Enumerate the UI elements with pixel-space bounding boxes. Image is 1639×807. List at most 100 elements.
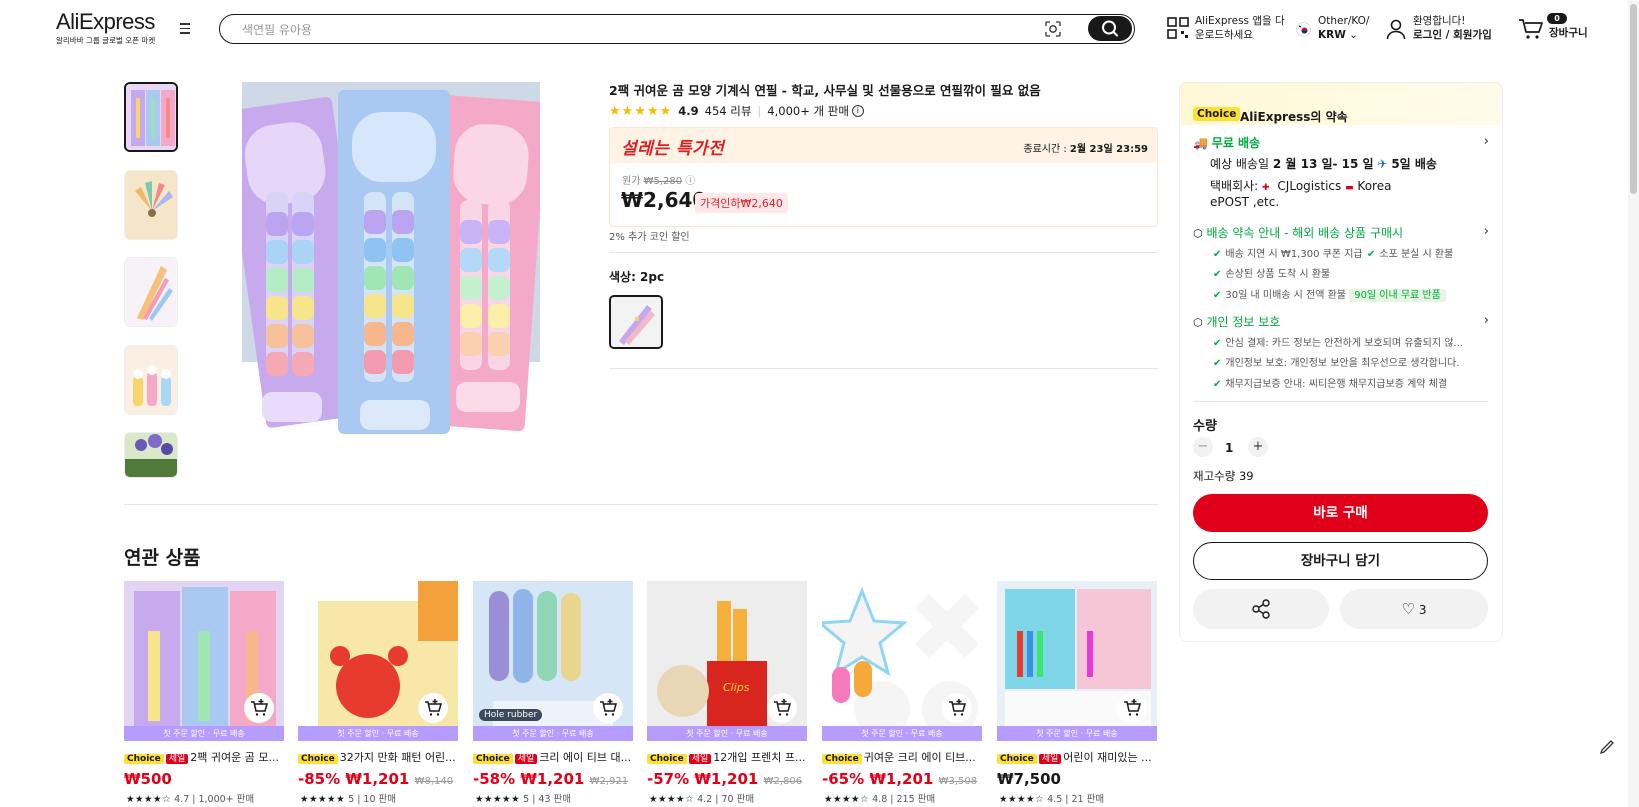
sold-count: 1,000+ 판매 (198, 794, 255, 805)
add-to-cart-icon[interactable] (593, 693, 623, 723)
search-button[interactable] (1088, 16, 1132, 41)
related-product-card[interactable]: 첫 주문 할인 · 무료 배송 Choice 귀여운 크리 에이 티브... -65%… (822, 581, 982, 807)
image-search-icon[interactable] (1044, 20, 1062, 38)
rating-stars: ★★★★★ (475, 794, 521, 805)
thumbnail-1[interactable] (124, 82, 178, 152)
original-price: ₩3,508 (938, 776, 978, 787)
related-product-card[interactable]: 첫 주문 할인 · 무료 배송 Choice 세일 어린이 재미있는 ... ₩7,50… (997, 581, 1157, 807)
delivery-guarantee-row[interactable]: ⬡ 배송 약속 안내 - 해외 배송 상품 구매시 › (1193, 224, 1489, 241)
first-order-strip: 첫 주문 할인 · 무료 배송 (997, 726, 1157, 741)
deal-end-value: 2월 23일 23:59 (1069, 144, 1148, 155)
price-value: ₩7,500 (997, 770, 1061, 788)
cart-icon[interactable] (1518, 18, 1544, 40)
related-product-price: -58% ₩1,201 ₩2,921 (473, 770, 628, 788)
wishlist-button[interactable]: ♡ 3 (1340, 589, 1488, 629)
rating-value: 4.9 (678, 104, 699, 118)
check-icon: ✔ (1213, 290, 1222, 301)
sold-count: 215 판매 (896, 794, 936, 805)
related-product-title[interactable]: Choice 32가지 만화 패턴 어린... (298, 749, 458, 765)
share-icon (1252, 599, 1270, 619)
color-swatch-2pc[interactable] (609, 295, 663, 349)
promise-title: AliExpress의 약속 (1240, 110, 1348, 124)
main-product-image[interactable] (242, 82, 540, 440)
first-order-strip: 첫 주문 할인 · 무료 배송 (298, 726, 458, 741)
menu-icon[interactable] (180, 23, 194, 35)
price-value: ₩1,201 (520, 770, 585, 788)
related-products-title: 연관 상품 (124, 547, 201, 569)
original-price: ₩2,921 (589, 776, 629, 787)
add-to-cart-icon[interactable] (244, 693, 274, 723)
scrollbar-thumb[interactable] (1630, 4, 1637, 194)
add-to-cart-icon[interactable] (942, 693, 972, 723)
first-order-strip: 첫 주문 할인 · 무료 배송 (647, 726, 807, 741)
chevron-right-icon: › (1483, 313, 1489, 328)
courier-korea: Korea (1357, 179, 1392, 193)
related-product-card[interactable]: 첫 주문 할인 · 무료 배송 Choice 32가지 만화 패턴 어린... -85… (298, 581, 458, 807)
coin-discount-note: 2% 추가 코인 할인 (609, 232, 690, 243)
buy-now-button[interactable]: 바로 구매 (1193, 494, 1488, 532)
delivery-estimate: 예상 배송일 2 월 13 일- 15 일 ✈ 5일 배송 (1210, 155, 1437, 172)
original-price: ₩8,140 (414, 776, 454, 787)
related-product-title[interactable]: Choice 세일 어린이 재미있는 ... (997, 749, 1157, 765)
region-selector[interactable]: Other/KO/ KRW ⌄ (1318, 14, 1369, 42)
quantity-value[interactable]: 1 (1225, 441, 1233, 455)
info-icon[interactable]: i (851, 105, 864, 117)
related-product-title[interactable]: Choice 세일 2팩 귀여운 곰 모... (124, 749, 284, 765)
free-shipping-row[interactable]: 🚚 무료 배송 › (1193, 134, 1489, 151)
delivery-dates: 2 월 13 일- 15 일 (1272, 157, 1374, 171)
sale-tag: 세일 (514, 754, 538, 764)
related-product-card[interactable]: 첫 주문 할인 · 무료 배송 Choice 세일 2팩 귀여운 곰 모... ₩500… (124, 581, 284, 807)
plane-icon: ✈ (1377, 157, 1388, 171)
thumbnail-3[interactable] (124, 257, 178, 327)
check-icon: ✔ (1213, 338, 1222, 349)
related-product-title[interactable]: Choice 세일 12개입 프렌치 프... (647, 749, 807, 765)
delivery-prefix: 예상 배송일 (1210, 157, 1270, 171)
search-bar[interactable]: 색연필 유아용 (219, 14, 1135, 44)
first-order-strip: 첫 주문 할인 · 무료 배송 (822, 726, 982, 741)
delivery-days: 5일 배송 (1391, 157, 1437, 171)
edit-icon[interactable] (1594, 732, 1620, 758)
login-link[interactable]: 환영합니다! 로그인 / 회원가입 (1413, 14, 1492, 42)
first-order-strip: 첫 주문 할인 · 무료 배송 (124, 726, 284, 741)
choice-tag: Choice (298, 754, 338, 764)
quantity-minus-button[interactable]: − (1193, 437, 1213, 457)
add-to-cart-icon[interactable] (767, 693, 797, 723)
search-input[interactable]: 색연필 유아용 (242, 21, 312, 38)
scrollbar[interactable] (1628, 0, 1639, 807)
app-download-link[interactable]: AliExpress 앱을 다 운로드하세요 (1195, 14, 1285, 42)
product-name: 귀여운 크리 에이 티브... (863, 751, 976, 764)
related-product-card[interactable]: Clips 첫 주문 할인 · 무료 배송 Choice 세일 12개입 프렌치 프..… (647, 581, 807, 807)
quantity-plus-button[interactable]: + (1248, 437, 1268, 457)
add-to-cart-icon[interactable] (1117, 693, 1147, 723)
thumbnail-4[interactable] (124, 345, 178, 415)
free-shipping-label: 무료 배송 (1211, 136, 1261, 150)
privacy-item: ✔ 개인정보 보호: 개인정보 보안을 최우선으로 생각합니다. (1213, 354, 1459, 369)
user-icon[interactable] (1385, 18, 1407, 40)
related-product-title[interactable]: Choice 세일 크리 에이 티브 대... (473, 749, 633, 765)
share-button[interactable] (1193, 589, 1329, 629)
info-icon[interactable]: ⓘ (685, 176, 695, 187)
currency: KRW (1318, 29, 1346, 41)
privacy-text: 개인정보 보호: 개인정보 보안을 최우선으로 생각합니다. (1225, 358, 1460, 369)
add-to-cart-button[interactable]: 장바구니 담기 (1193, 542, 1488, 580)
cart-label[interactable]: 장바구니 (1549, 26, 1588, 40)
thumbnail-5[interactable] (124, 432, 178, 478)
review-count[interactable]: 454 리뷰 (705, 103, 752, 119)
related-product-rating: ★★★★☆ 4.5 | 21 판매 (999, 794, 1105, 805)
related-product-rating: ★★★★★ 5 | 10 판매 (300, 794, 397, 805)
add-to-cart-icon[interactable] (418, 693, 448, 723)
choice-tag: Choice (473, 754, 513, 764)
privacy-row[interactable]: ⬡ 개인 정보 보호 › (1193, 313, 1489, 330)
aliexpress-logo[interactable]: AliExpress 알리바바 그룹 글로벌 오픈 마켓 (56, 10, 155, 46)
rating-row: ★★★★★ 4.9 454 리뷰 | 4,000+ 개 판매 i (609, 103, 864, 119)
related-product-title[interactable]: Choice 귀여운 크리 에이 티브... (822, 749, 982, 765)
sold-count: 4,000+ 개 판매 (767, 104, 849, 118)
discount-percent: -58% (473, 770, 516, 788)
qr-code-icon[interactable] (1167, 17, 1189, 39)
sale-tag: 세일 (688, 754, 712, 764)
cj-logo-icon: ✚ (1262, 183, 1270, 193)
related-product-card[interactable]: Hole rubber 첫 주문 할인 · 무료 배송 Choice 세일 크리 에이 … (473, 581, 633, 807)
related-product-price: -65% ₩1,201 ₩3,508 (822, 770, 977, 788)
image-caption: Clips (723, 681, 750, 694)
thumbnail-2[interactable] (124, 170, 178, 240)
